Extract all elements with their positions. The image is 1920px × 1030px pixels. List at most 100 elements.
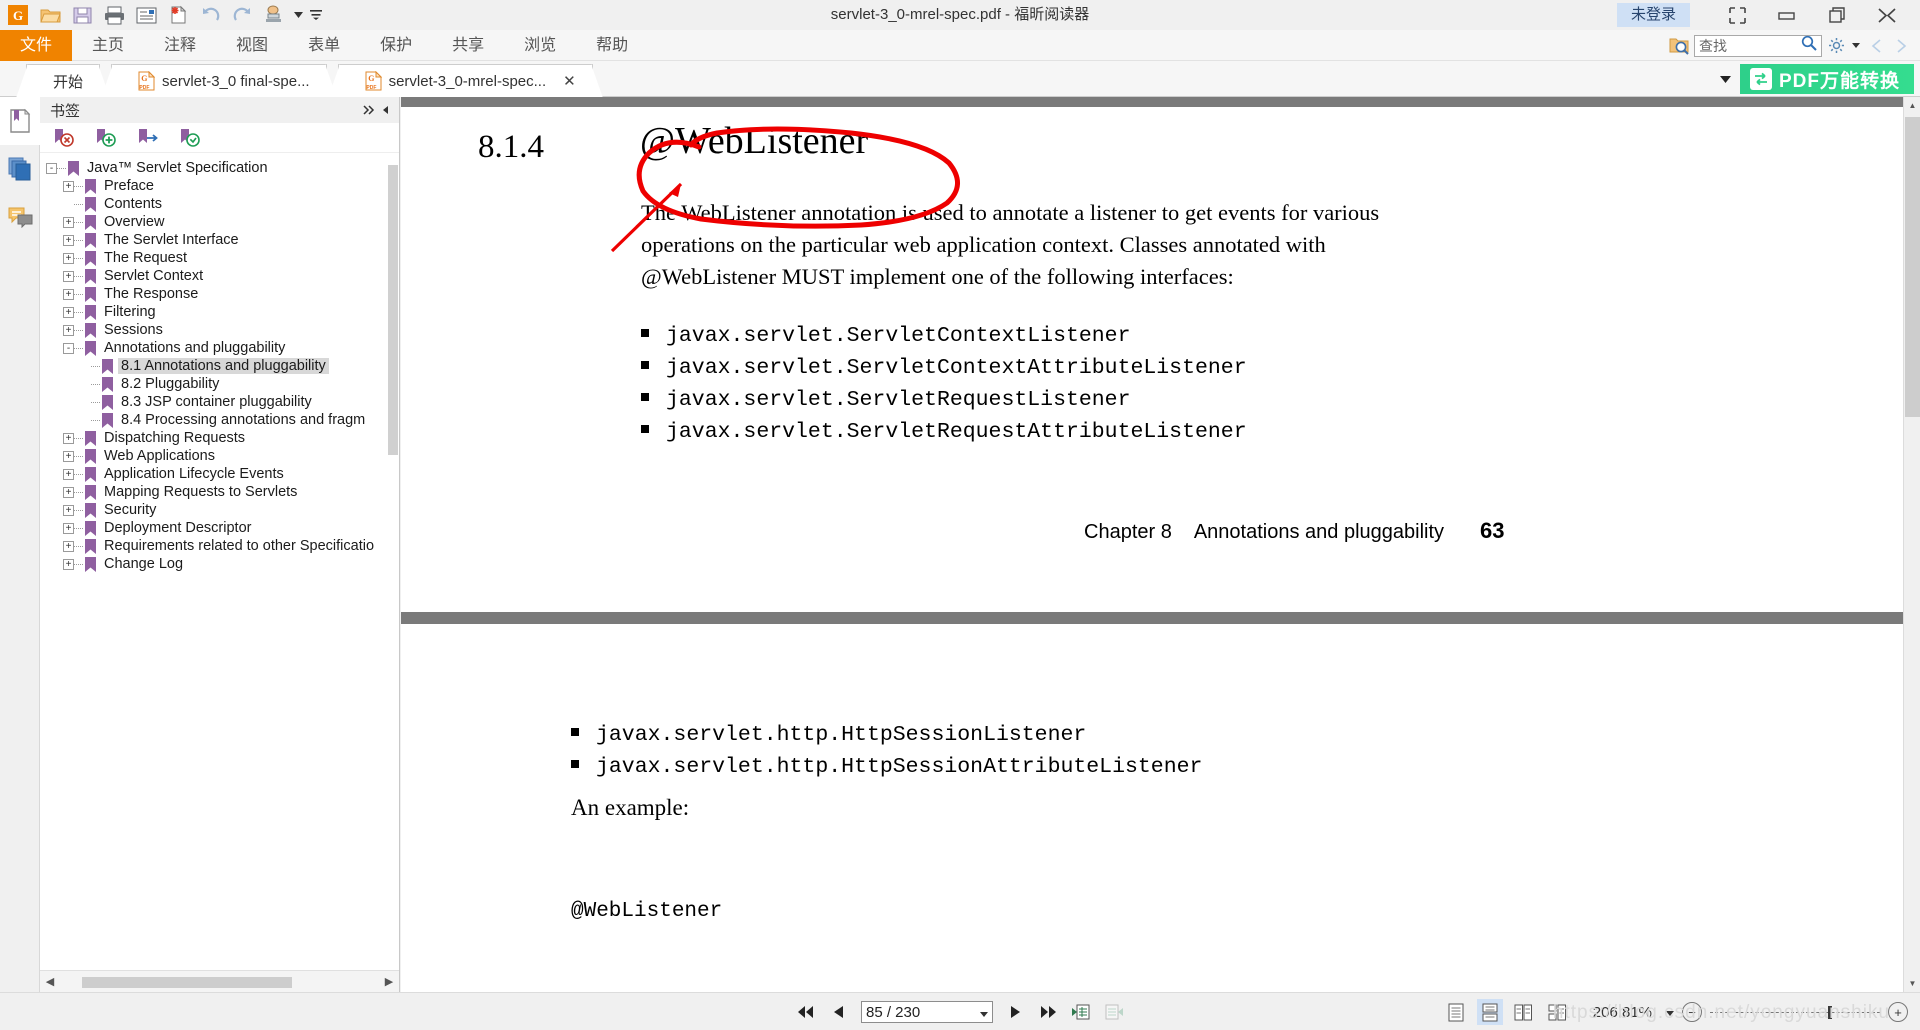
bookmarks-panel-icon[interactable]: [0, 97, 40, 145]
expand-node-icon[interactable]: +: [63, 450, 74, 462]
bookmarks-horizontal-scrollbar[interactable]: ◀ ▶: [40, 970, 399, 992]
expand-node-icon[interactable]: +: [63, 180, 74, 192]
expand-node-icon[interactable]: +: [63, 558, 74, 570]
close-icon[interactable]: [1862, 0, 1912, 30]
zoom-level-value[interactable]: 206.81%: [1593, 1004, 1652, 1021]
expand-node-icon[interactable]: +: [63, 504, 74, 516]
zoom-slider-knob[interactable]: [1828, 1005, 1832, 1019]
ribbon-tab-comment[interactable]: 注释: [144, 30, 216, 61]
bookmark-node[interactable]: + The Request: [40, 249, 387, 267]
ribbon-tab-browse[interactable]: 浏览: [504, 30, 576, 61]
open-folder-icon[interactable]: [36, 2, 64, 28]
expand-node-icon[interactable]: +: [63, 540, 74, 552]
bookmark-node[interactable]: 8.4 Processing annotations and fragm: [40, 411, 387, 429]
zoom-slider[interactable]: [1710, 1005, 1880, 1019]
print-icon[interactable]: [100, 2, 128, 28]
nav-next-icon[interactable]: [1890, 35, 1912, 57]
folder-search-icon[interactable]: [1667, 34, 1691, 58]
magnifier-icon[interactable]: [1801, 35, 1817, 56]
zoom-dropdown-icon[interactable]: [1666, 1003, 1674, 1021]
single-page-view-icon[interactable]: [1443, 999, 1469, 1025]
ribbon-tab-protect[interactable]: 保护: [360, 30, 432, 61]
login-status-button[interactable]: 未登录: [1616, 3, 1690, 27]
tab-servlet-3-0-mrel-spec[interactable]: G PDF servlet-3_0-mrel-spec... ✕: [327, 64, 603, 98]
bookmark-node[interactable]: 8.2 Pluggability: [40, 375, 387, 393]
ribbon-tab-home[interactable]: 主页: [72, 30, 144, 61]
document-view[interactable]: 8.1.4 @WebListener The WebListener annot…: [401, 97, 1920, 992]
ribbon-tab-share[interactable]: 共享: [432, 30, 504, 61]
expand-node-icon[interactable]: +: [63, 252, 74, 264]
last-page-icon[interactable]: [1037, 1001, 1059, 1023]
zoom-in-icon[interactable]: +: [1888, 1002, 1908, 1022]
delete-bookmark-icon[interactable]: [52, 127, 74, 149]
add-bookmark-icon[interactable]: [94, 127, 116, 149]
expand-node-icon[interactable]: +: [63, 486, 74, 498]
tab-servlet-3-0-final-spec[interactable]: G PDF servlet-3_0 final-spe...: [101, 64, 337, 98]
expand-node-icon[interactable]: +: [63, 522, 74, 534]
stamp-icon[interactable]: [260, 2, 288, 28]
redo-icon[interactable]: [228, 2, 256, 28]
collapse-panel-icon[interactable]: [377, 99, 393, 121]
expand-node-icon[interactable]: +: [63, 234, 74, 246]
expand-node-icon[interactable]: +: [63, 324, 74, 336]
facing-page-view-icon[interactable]: [1511, 999, 1537, 1025]
tab-overflow-caret-icon[interactable]: [1718, 64, 1734, 94]
undo-icon[interactable]: [196, 2, 224, 28]
document-vertical-scrollbar[interactable]: ▲ ▼: [1903, 97, 1920, 992]
bookmark-node[interactable]: + Preface: [40, 177, 387, 195]
next-view-icon[interactable]: [1103, 1001, 1125, 1023]
bookmark-node[interactable]: - Annotations and pluggability: [40, 339, 387, 357]
bookmark-node[interactable]: + Security: [40, 501, 387, 519]
ribbon-tab-file[interactable]: 文件: [0, 30, 73, 61]
save-icon[interactable]: [68, 2, 96, 28]
foxit-logo-icon[interactable]: G: [4, 2, 32, 28]
collapse-node-icon[interactable]: -: [63, 342, 74, 354]
previous-view-icon[interactable]: [1070, 1001, 1092, 1023]
prev-page-icon[interactable]: [828, 1001, 850, 1023]
scrollbar-thumb[interactable]: [82, 976, 292, 988]
bookmark-node[interactable]: Contents: [40, 195, 387, 213]
bookmark-node[interactable]: + The Servlet Interface: [40, 231, 387, 249]
zoom-out-icon[interactable]: −: [1682, 1002, 1702, 1022]
expand-all-icon[interactable]: [361, 99, 377, 121]
chevron-down-icon[interactable]: [980, 1004, 988, 1021]
bookmark-node[interactable]: - Java™ Servlet Specification: [40, 159, 387, 177]
bookmark-node[interactable]: + Sessions: [40, 321, 387, 339]
bookmark-node[interactable]: + Deployment Descriptor: [40, 519, 387, 537]
expand-node-icon[interactable]: +: [63, 432, 74, 444]
expand-node-icon[interactable]: +: [63, 468, 74, 480]
bookmark-node[interactable]: 8.3 JSP container pluggability: [40, 393, 387, 411]
dropdown-caret-icon[interactable]: [292, 2, 304, 28]
scroll-up-icon[interactable]: ▲: [1904, 97, 1920, 114]
page-thumbnails-icon[interactable]: [0, 145, 40, 193]
ribbon-tab-form[interactable]: 表单: [288, 30, 360, 61]
page-number-input[interactable]: 85 / 230: [861, 1001, 993, 1023]
customize-qat-icon[interactable]: [308, 2, 324, 28]
bookmark-node[interactable]: 8.1 Annotations and pluggability: [40, 357, 387, 375]
expand-node-icon[interactable]: +: [63, 216, 74, 228]
tab-close-icon[interactable]: ✕: [563, 72, 576, 90]
expand-node-icon[interactable]: +: [63, 270, 74, 282]
bookmarks-vertical-scrollbar[interactable]: [387, 155, 399, 966]
bookmark-node[interactable]: + Overview: [40, 213, 387, 231]
new-from-file-icon[interactable]: [164, 2, 192, 28]
continuous-page-view-icon[interactable]: [1476, 999, 1503, 1025]
bookmark-node[interactable]: + Servlet Context: [40, 267, 387, 285]
restore-layout-icon[interactable]: [1712, 0, 1762, 30]
ribbon-tab-help[interactable]: 帮助: [576, 30, 648, 61]
bookmark-node[interactable]: + Filtering: [40, 303, 387, 321]
ribbon-tab-view[interactable]: 视图: [216, 30, 288, 61]
tab-start[interactable]: 开始: [16, 64, 111, 98]
minimize-icon[interactable]: [1762, 0, 1812, 30]
comments-panel-icon[interactable]: [0, 193, 40, 241]
bookmark-node[interactable]: + Application Lifecycle Events: [40, 465, 387, 483]
expand-node-icon[interactable]: +: [63, 306, 74, 318]
scroll-left-icon[interactable]: ◀: [40, 975, 60, 988]
continuous-facing-view-icon[interactable]: [1545, 999, 1571, 1025]
scroll-right-icon[interactable]: ▶: [379, 975, 399, 988]
bookmark-node[interactable]: + Web Applications: [40, 447, 387, 465]
expand-node-icon[interactable]: +: [63, 288, 74, 300]
scroll-down-icon[interactable]: ▼: [1904, 975, 1920, 992]
bookmark-node[interactable]: + Change Log: [40, 555, 387, 573]
maximize-icon[interactable]: [1812, 0, 1862, 30]
